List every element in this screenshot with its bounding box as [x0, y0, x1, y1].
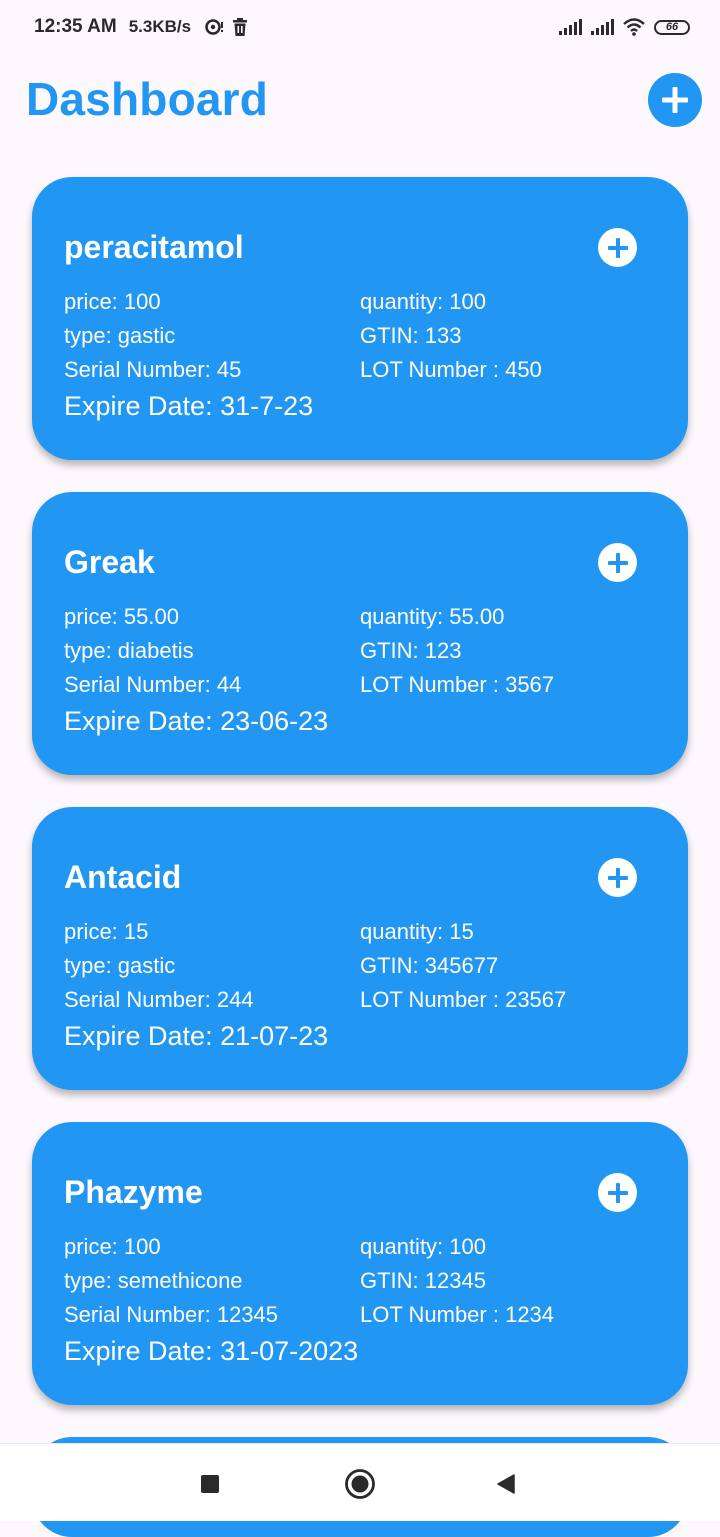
- plus-icon: [607, 237, 629, 259]
- expire-date: Expire Date: 21-07-23: [64, 1021, 329, 1051]
- recents-square-icon: [200, 1474, 220, 1494]
- lot-number-field: LOT Number : 23567: [360, 987, 567, 1012]
- expire-date: Expire Date: 23-06-23: [64, 706, 329, 736]
- network-speed: 5.3KB/s: [128, 17, 192, 36]
- plus-icon: [607, 867, 629, 889]
- price-field: price: 15: [64, 919, 149, 944]
- plus-icon: [607, 552, 629, 574]
- gtin-field: GTIN: 345677: [360, 953, 499, 978]
- quantity-field: quantity: 15: [360, 919, 474, 944]
- medicine-name: Antacid: [64, 859, 182, 895]
- expire-date: Expire Date: 31-07-2023: [64, 1336, 359, 1366]
- price-field: price: 100: [64, 1234, 161, 1259]
- type-field: type: semethicone: [64, 1268, 243, 1293]
- expire-date: Expire Date: 31-7-23: [64, 391, 314, 421]
- card-add-button[interactable]: [598, 1173, 637, 1212]
- medicine-name: peracitamol: [64, 229, 244, 265]
- page-title: Dashboard: [26, 73, 269, 125]
- back-triangle-icon: [495, 1473, 517, 1495]
- gtin-field: GTIN: 12345: [360, 1268, 486, 1293]
- card-add-button[interactable]: [598, 228, 637, 267]
- serial-number-field: Serial Number: 12345: [64, 1302, 279, 1327]
- status-time: 12:35 AM: [34, 16, 117, 37]
- signal-icon: [558, 19, 582, 35]
- type-field: type: diabetis: [64, 638, 194, 663]
- status-right: 66: [550, 18, 690, 36]
- wifi-icon: [622, 18, 646, 36]
- home-circle-icon: [344, 1468, 376, 1500]
- medicine-card[interactable]: Phazyme price: 100 quantity: 100 type: s…: [32, 1122, 688, 1405]
- lot-number-field: LOT Number : 450: [360, 357, 542, 382]
- medicine-card[interactable]: peracitamol price: 100 quantity: 100 typ…: [32, 177, 688, 460]
- navigation-bar: [0, 1443, 720, 1521]
- medicine-card[interactable]: Greak price: 55.00 quantity: 55.00 type:…: [32, 492, 688, 775]
- quantity-field: quantity: 100: [360, 289, 486, 314]
- add-medicine-button[interactable]: [648, 73, 702, 127]
- plus-icon: [660, 85, 690, 115]
- plus-icon: [607, 1182, 629, 1204]
- back-button[interactable]: [486, 1464, 526, 1504]
- medicine-name: Greak: [64, 544, 155, 580]
- type-field: type: gastic: [64, 953, 176, 978]
- price-field: price: 100: [64, 289, 161, 314]
- signal-icon: [590, 19, 614, 35]
- status-bar: 12:35 AM 5.3KB/s 66: [0, 0, 720, 56]
- home-button[interactable]: [340, 1464, 380, 1504]
- serial-number-field: Serial Number: 44: [64, 672, 242, 697]
- card-add-button[interactable]: [598, 543, 637, 582]
- lot-number-field: LOT Number : 1234: [360, 1302, 555, 1327]
- quantity-field: quantity: 100: [360, 1234, 486, 1259]
- trash-icon: [231, 17, 249, 37]
- quantity-field: quantity: 55.00: [360, 604, 505, 629]
- gtin-field: GTIN: 123: [360, 638, 462, 663]
- gtin-field: GTIN: 133: [360, 323, 462, 348]
- status-left: 12:35 AM 5.3KB/s: [34, 16, 249, 38]
- lot-number-field: LOT Number : 3567: [360, 672, 555, 697]
- medicine-name: Phazyme: [64, 1174, 203, 1210]
- recents-button[interactable]: [190, 1464, 230, 1504]
- serial-number-field: Serial Number: 244: [64, 987, 254, 1012]
- data-saver-icon: [205, 18, 225, 36]
- medicine-card[interactable]: Antacid price: 15 quantity: 15 type: gas…: [32, 807, 688, 1090]
- type-field: type: gastic: [64, 323, 176, 348]
- card-add-button[interactable]: [598, 858, 637, 897]
- battery-icon: 66: [654, 19, 690, 35]
- price-field: price: 55.00: [64, 604, 179, 629]
- serial-number-field: Serial Number: 45: [64, 357, 242, 382]
